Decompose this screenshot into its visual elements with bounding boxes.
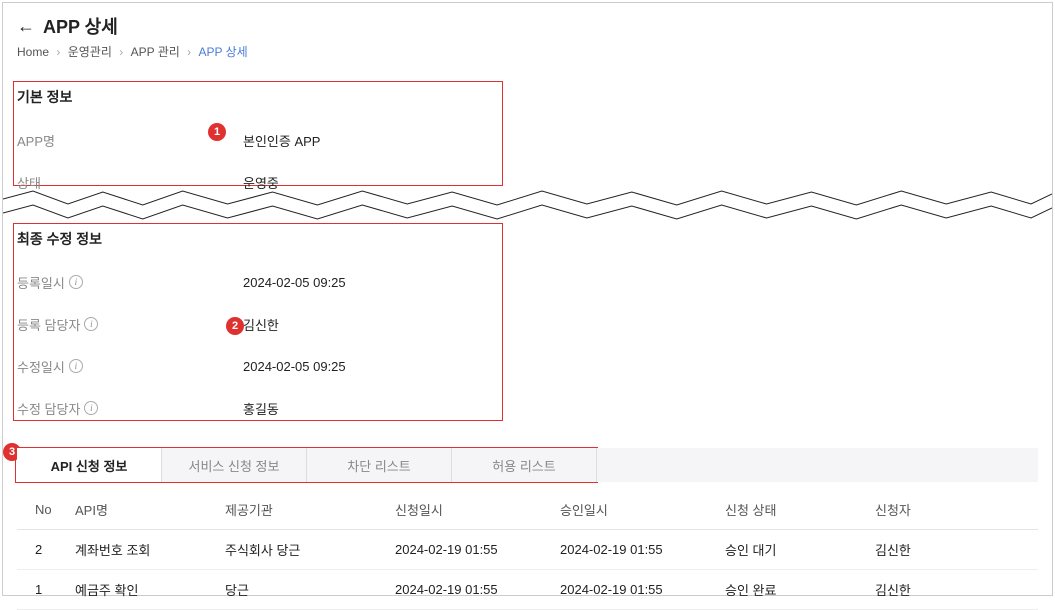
label-mod-person: 수정 담당자 (17, 399, 80, 418)
breadcrumb-item-current: APP 상세 (198, 45, 247, 59)
cell-api: 예금주 확인 (67, 570, 217, 610)
section-title-modified: 최종 수정 정보 (17, 229, 1038, 249)
label-reg-date: 등록일시 (17, 273, 65, 292)
back-arrow-icon[interactable]: ← (17, 17, 35, 35)
cell-api: 계좌번호 조회 (67, 530, 217, 570)
info-icon[interactable]: i (69, 359, 83, 373)
page-title: APP 상세 (43, 13, 118, 39)
tab-allow-list[interactable]: 허용 리스트 (452, 448, 597, 482)
table-row[interactable]: 1 예금주 확인 당근 2024-02-19 01:55 2024-02-19 … (17, 570, 1038, 610)
info-icon[interactable]: i (69, 275, 83, 289)
info-icon[interactable]: i (84, 401, 98, 415)
cell-requester: 김신한 (867, 570, 1038, 610)
cell-status: 승인 완료 (717, 570, 867, 610)
tabs-spacer (597, 448, 1038, 482)
chevron-right-icon: › (56, 45, 60, 59)
chevron-right-icon: › (187, 45, 191, 59)
breadcrumb: Home › 운영관리 › APP 관리 › APP 상세 (3, 43, 1052, 74)
cell-app-date: 2024-02-19 01:55 (552, 570, 717, 610)
label-reg-person: 등록 담당자 (17, 315, 80, 334)
cell-app-date: 2024-02-19 01:55 (552, 530, 717, 570)
chevron-right-icon: › (119, 45, 123, 59)
table-row[interactable]: 2 계좌번호 조회 주식회사 당근 2024-02-19 01:55 2024-… (17, 530, 1038, 570)
breadcrumb-item[interactable]: 운영관리 (68, 45, 112, 59)
tab-api-request[interactable]: API 신청 정보 (17, 448, 162, 482)
cell-requester: 김신한 (867, 530, 1038, 570)
cell-req-date: 2024-02-19 01:55 (387, 570, 552, 610)
value-app-name: 본인인증 APP (243, 131, 320, 150)
breadcrumb-item[interactable]: Home (17, 45, 49, 59)
breadcrumb-item[interactable]: APP 관리 (131, 45, 180, 59)
value-reg-date: 2024-02-05 09:25 (243, 275, 346, 290)
cell-no: 1 (17, 570, 67, 610)
value-status: 운영중 (243, 173, 279, 192)
value-mod-date: 2024-02-05 09:25 (243, 359, 346, 374)
api-request-table: No API명 제공기관 신청일시 승인일시 신청 상태 신청자 2 계좌번호 … (17, 490, 1038, 610)
col-header-approve-date: 승인일시 (552, 490, 717, 530)
col-header-provider: 제공기관 (217, 490, 387, 530)
section-title-basic: 기본 정보 (17, 87, 1038, 107)
label-status: 상태 (17, 173, 243, 192)
value-mod-person: 홍길동 (243, 399, 279, 418)
col-header-request-date: 신청일시 (387, 490, 552, 530)
info-icon[interactable]: i (84, 317, 98, 331)
cell-no: 2 (17, 530, 67, 570)
label-app-name: APP명 (17, 131, 243, 150)
cell-provider: 주식회사 당근 (217, 530, 387, 570)
value-reg-person: 김신한 (243, 315, 279, 334)
tab-service-request[interactable]: 서비스 신청 정보 (162, 448, 307, 482)
tab-block-list[interactable]: 차단 리스트 (307, 448, 452, 482)
cell-provider: 당근 (217, 570, 387, 610)
col-header-api: API명 (67, 490, 217, 530)
label-mod-date: 수정일시 (17, 357, 65, 376)
col-header-status: 신청 상태 (717, 490, 867, 530)
col-header-requester: 신청자 (867, 490, 1038, 530)
cell-req-date: 2024-02-19 01:55 (387, 530, 552, 570)
cell-status: 승인 대기 (717, 530, 867, 570)
col-header-no: No (17, 490, 67, 530)
tabs: API 신청 정보 서비스 신청 정보 차단 리스트 허용 리스트 (17, 448, 1038, 482)
